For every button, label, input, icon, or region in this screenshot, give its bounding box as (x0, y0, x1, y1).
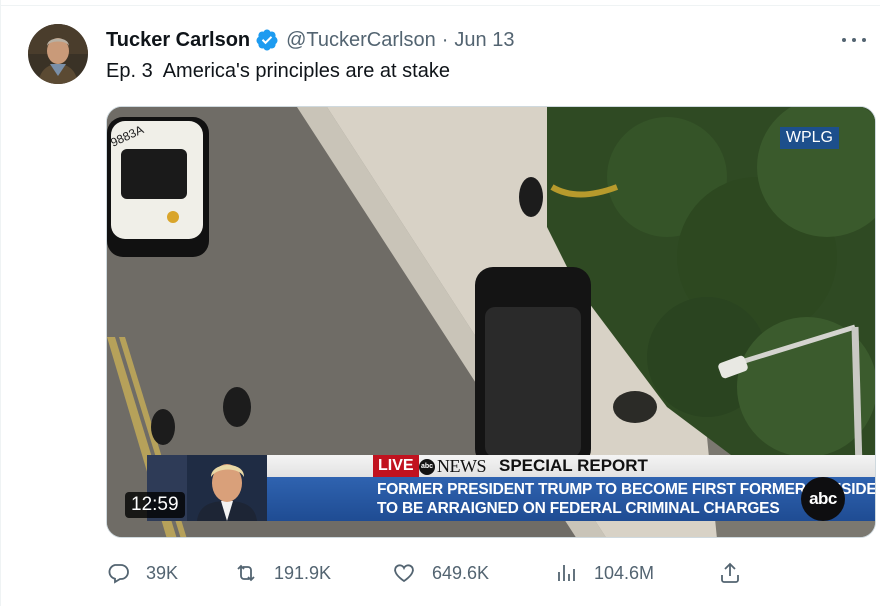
special-report-label: SPECIAL REPORT (499, 456, 648, 475)
reply-icon (108, 564, 129, 584)
verified-badge-icon (255, 28, 279, 52)
top-divider (0, 0, 880, 6)
abc-logo-small: abc (419, 459, 435, 475)
author-avatar[interactable] (28, 24, 88, 84)
views-count: 104.6M (594, 562, 655, 583)
reply-button[interactable]: 39K (106, 558, 178, 588)
video-player[interactable]: 9883A WPLG LIVE abc NEWS SPECIAL REPORT … (106, 106, 876, 538)
abc-logo: abc (801, 477, 845, 521)
like-count: 649.6K (432, 562, 490, 583)
share-button[interactable] (718, 558, 742, 588)
retweet-icon (237, 564, 255, 582)
author-name[interactable]: Tucker Carlson (106, 29, 250, 52)
separator-dot: · (441, 28, 449, 51)
station-watermark: WPLG (779, 127, 839, 149)
video-timestamp: 12:59 (125, 492, 185, 518)
like-button[interactable]: 649.6K (392, 558, 489, 588)
like-icon (394, 564, 414, 583)
tweet-header: Tucker Carlson @TuckerCarlson · Jun 13 (106, 26, 514, 54)
tweet-text: Ep. 3 America's principles are at stake (106, 60, 450, 82)
more-horizontal-icon[interactable] (842, 30, 866, 50)
left-divider (0, 0, 1, 606)
retweet-button[interactable]: 191.9K (234, 558, 331, 588)
author-handle[interactable]: @TuckerCarlson (286, 29, 436, 52)
tweet-actions: 39K 191.9K 649.6K 104.6M (106, 558, 756, 588)
views-button[interactable]: 104.6M (554, 558, 654, 588)
views-icon (558, 565, 575, 581)
news-wordmark: NEWS (437, 456, 487, 476)
news-banner: LIVE abc NEWS SPECIAL REPORT FORMER PRES… (267, 455, 875, 521)
retweet-count: 191.9K (274, 562, 332, 583)
share-icon (721, 562, 739, 583)
reply-count: 39K (146, 562, 179, 583)
tweet-date[interactable]: Jun 13 (454, 29, 514, 52)
live-badge: LIVE (373, 455, 419, 477)
headline-line-2: TO BE ARRAIGNED ON FEDERAL CRIMINAL CHAR… (377, 500, 780, 517)
